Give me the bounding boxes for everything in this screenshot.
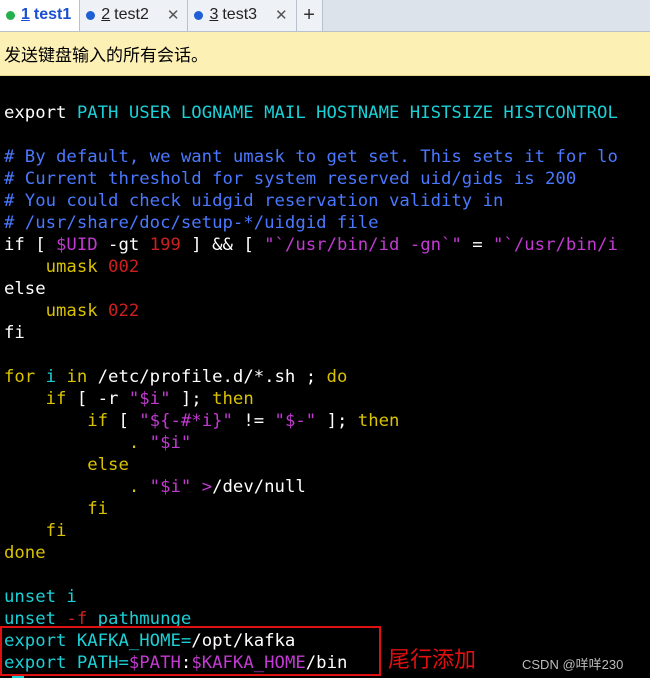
code-line: else [4,279,46,299]
tab-number: 2 [101,6,111,23]
status-dot-icon [86,10,96,20]
tab-label: test3 [222,6,258,23]
annotation-label: 尾行添加 [388,648,477,673]
broadcast-notice-bar: 发送键盘输入的所有会话。 [0,32,650,76]
code-line: # By default, we want umask to get set. … [4,147,618,167]
code-line: umask 022 [4,301,140,321]
status-dot-icon [194,10,204,20]
terminal-area[interactable]: export PATH USER LOGNAME MAIL HOSTNAME H… [0,76,650,678]
code-line: . "$i" [4,433,192,453]
code-line: umask 002 [4,257,140,277]
close-icon[interactable]: ✕ [275,6,288,24]
code-line: fi [4,323,25,343]
code-line: fi [4,521,67,541]
tab-test1[interactable]: 1 test1 [0,0,81,31]
code-line: unset i [4,587,77,607]
code-line: for i in /etc/profile.d/*.sh ; do [4,367,348,387]
code-line: if [ $UID -gt 199 ] && [ "`/usr/bin/id -… [4,235,618,255]
tab-number: 3 [209,6,219,23]
code-line: # Current threshold for system reserved … [4,169,577,189]
status-dot-icon [6,10,15,20]
code-line: if [ "${-#*i}" != "$-" ]; then [4,411,400,431]
code-line: fi [4,499,109,519]
code-line: # You could check uidgid reservation val… [4,191,504,211]
tab-test3[interactable]: 3 test3 ✕ [188,0,297,31]
tab-label: test2 [114,6,149,23]
code-line: export PATH USER LOGNAME MAIL HOSTNAME H… [4,103,618,123]
close-icon[interactable]: ✕ [167,6,180,24]
code-line: . "$i" >/dev/null [4,477,306,497]
code-line: # /usr/share/doc/setup-*/uidgid file [4,213,379,233]
tab-bar: 1 test1 2 test2 ✕ 3 test3 ✕ + [0,0,650,32]
tab-test2[interactable]: 2 test2 ✕ [80,0,189,31]
notice-text: 发送键盘输入的所有会话。 [4,46,208,65]
tab-number: 1 [21,6,30,23]
code-line: else [4,455,129,475]
highlight-box [0,626,381,676]
add-tab-button[interactable]: + [296,0,323,31]
code-line: if [ -r "$i" ]; then [4,389,254,409]
code-line: done [4,543,46,563]
watermark: CSDN @咩咩230 [522,657,624,672]
tab-label: test1 [33,6,72,23]
